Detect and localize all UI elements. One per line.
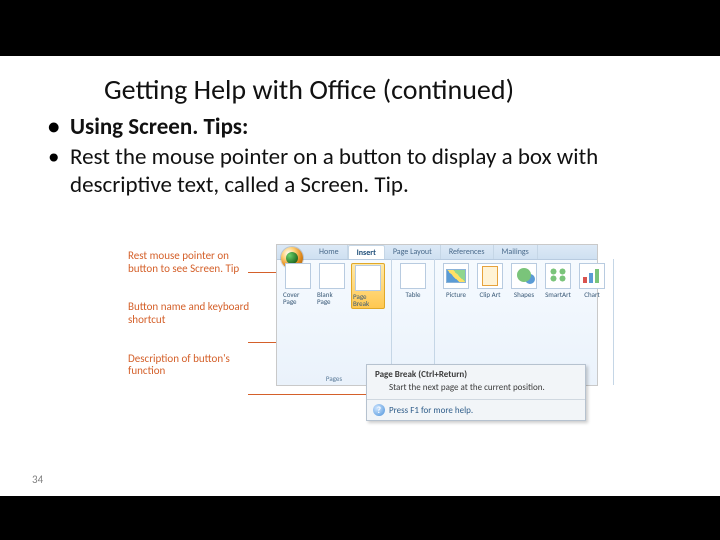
- screentip-help-text: Press F1 for more help.: [389, 405, 473, 416]
- bullet-list: Using Screen. Tips: Rest the mouse point…: [48, 113, 684, 199]
- button-label: SmartArt: [545, 291, 571, 298]
- page-break-icon: [355, 265, 381, 291]
- tab-insert[interactable]: Insert: [348, 245, 385, 259]
- tab-mailings[interactable]: Mailings: [494, 245, 538, 259]
- screentip-body: Start the next page at the current posit…: [367, 382, 585, 399]
- clip-art-icon: [477, 263, 503, 289]
- table-button[interactable]: Table: [398, 263, 428, 298]
- picture-button[interactable]: Picture: [441, 263, 471, 298]
- shapes-button[interactable]: Shapes: [509, 263, 539, 298]
- blank-page-button[interactable]: Blank Page: [317, 263, 347, 309]
- button-label: Chart: [584, 291, 600, 298]
- screentip-help-row: ? Press F1 for more help.: [367, 399, 585, 420]
- button-label: Shapes: [514, 291, 534, 298]
- slide-title: Getting Help with Office (continued): [104, 72, 720, 107]
- chart-button[interactable]: Chart: [577, 263, 607, 298]
- button-label: Cover Page: [283, 291, 313, 305]
- button-label: Clip Art: [479, 291, 500, 298]
- figure: Rest mouse pointer on button to see Scre…: [128, 244, 596, 452]
- cover-page-button[interactable]: Cover Page: [283, 263, 313, 309]
- cover-page-icon: [285, 263, 311, 289]
- tab-home[interactable]: Home: [311, 245, 348, 259]
- callout: Rest mouse pointer on button to see Scre…: [128, 250, 256, 275]
- picture-icon: [443, 263, 469, 289]
- button-label: Page Break: [353, 293, 383, 307]
- help-icon: ?: [373, 404, 385, 416]
- tab-page-layout[interactable]: Page Layout: [385, 245, 441, 259]
- smartart-icon: [545, 263, 571, 289]
- blank-page-icon: [319, 263, 345, 289]
- shapes-icon: [511, 263, 537, 289]
- table-icon: [400, 263, 426, 289]
- screentip-title: Page Break (Ctrl+Return): [367, 365, 585, 382]
- button-label: Blank Page: [317, 291, 347, 305]
- bullet-item: Rest the mouse pointer on a button to di…: [48, 143, 684, 199]
- bullet-item: Using Screen. Tips:: [48, 113, 684, 141]
- button-label: Table: [406, 291, 421, 298]
- page-number: 34: [32, 473, 43, 486]
- chart-icon: [579, 263, 605, 289]
- callout: Button name and keyboard shortcut: [128, 301, 256, 326]
- callout-column: Rest mouse pointer on button to see Scre…: [128, 250, 256, 404]
- callout: Description of button's function: [128, 353, 256, 378]
- clip-art-button[interactable]: Clip Art: [475, 263, 505, 298]
- ribbon-tabs: HomeInsertPage LayoutReferencesMailings: [311, 245, 538, 259]
- smartart-button[interactable]: SmartArt: [543, 263, 573, 298]
- slide: Getting Help with Office (continued) Usi…: [0, 56, 720, 496]
- page-break-button[interactable]: Page Break: [351, 263, 385, 309]
- button-label: Picture: [446, 291, 466, 298]
- screentip: Page Break (Ctrl+Return) Start the next …: [366, 364, 586, 421]
- tab-references[interactable]: References: [441, 245, 494, 259]
